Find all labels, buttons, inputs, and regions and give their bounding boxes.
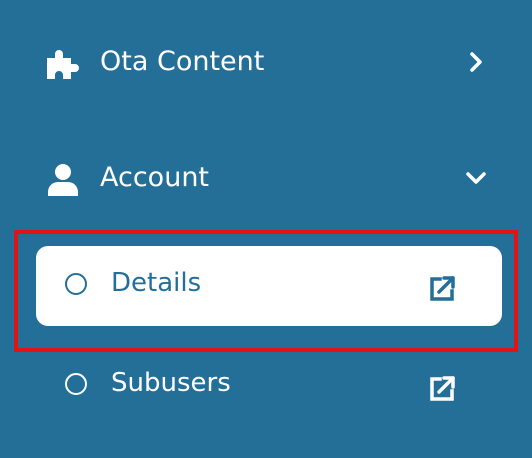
radio-circle-icon [65,373,87,395]
puzzle-icon [44,46,82,82]
external-link-icon[interactable] [426,373,458,405]
submenu-item-label: Subusers [111,368,231,398]
submenu-item-details[interactable]: Details [36,246,502,326]
radio-circle-icon [65,273,87,295]
sidebar-item-label: Account [100,162,210,193]
sidebar-item-ota-content[interactable]: Ota Content [0,32,532,92]
chevron-down-icon[interactable] [464,166,488,190]
sidebar-item-account[interactable]: Account [0,148,532,208]
submenu-item-subusers[interactable]: Subusers [36,346,502,426]
chevron-right-icon[interactable] [464,50,488,74]
submenu-item-label: Details [111,268,202,298]
external-link-icon[interactable] [426,273,458,305]
user-icon [44,162,82,198]
sidebar-item-label: Ota Content [100,46,265,77]
